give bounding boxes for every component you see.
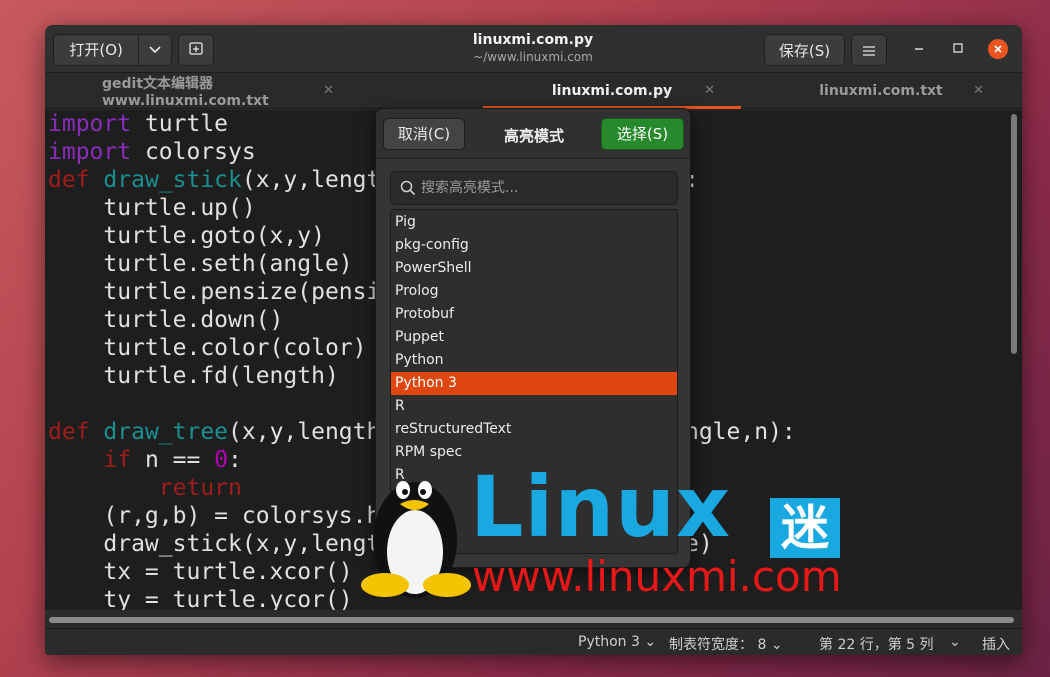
- vertical-scrollbar[interactable]: [1011, 114, 1017, 354]
- tab-gedit-txt[interactable]: gedit文本编辑器 www.linuxmi.com.txt ✕: [102, 73, 360, 109]
- tab-width-selector[interactable]: 制表符宽度： 8 ⌄: [669, 634, 783, 654]
- save-button[interactable]: 保存(S): [764, 34, 845, 66]
- window-title-block: linuxmi.com.py ~/www.linuxmi.com: [433, 32, 633, 64]
- list-item-selected[interactable]: Python 3: [391, 372, 677, 395]
- list-item[interactable]: pkg-config: [391, 234, 677, 257]
- open-button[interactable]: 打开(O): [53, 34, 172, 66]
- chevron-down-icon: ⌄: [770, 637, 783, 653]
- hamburger-menu-button[interactable]: [851, 34, 887, 66]
- list-item[interactable]: Protobuf: [391, 303, 677, 326]
- tab-width-label: 制表符宽度： 8: [669, 637, 767, 653]
- insert-mode: 插入: [982, 637, 1010, 653]
- language-label: Python 3: [578, 634, 640, 650]
- header-bar: 打开(O) linuxmi.com.py ~/www.linuxmi.com 保…: [45, 25, 1022, 73]
- maximize-icon[interactable]: [948, 39, 968, 59]
- tux-penguin-logo: [361, 481, 471, 598]
- tab-label: gedit文本编辑器 www.linuxmi.com.txt: [102, 76, 269, 109]
- watermark-url: www.linuxmi.com: [472, 552, 842, 601]
- search-icon: [400, 180, 416, 196]
- list-item[interactable]: Puppet: [391, 326, 677, 349]
- tab-close-icon[interactable]: ✕: [704, 83, 715, 98]
- status-bar: Python 3 ⌄ 制表符宽度： 8 ⌄ 第 22 行，第 5 列 ⌄ 插入: [45, 628, 1022, 655]
- chevron-down-icon[interactable]: ⌄: [949, 634, 961, 650]
- horizontal-scrollbar[interactable]: [49, 617, 1014, 623]
- list-item[interactable]: reStructuredText: [391, 418, 677, 441]
- tab-linuxmi-txt[interactable]: linuxmi.com.txt ✕: [752, 73, 1010, 109]
- close-icon[interactable]: [988, 39, 1008, 59]
- watermark-mi: 迷: [770, 498, 840, 558]
- search-field[interactable]: [390, 171, 678, 205]
- new-tab-icon: [189, 41, 203, 59]
- list-item[interactable]: Pig: [391, 211, 677, 234]
- popover-header: 取消(C) 高亮模式 选择(S): [376, 109, 690, 159]
- tab-bar: gedit文本编辑器 www.linuxmi.com.txt ✕ linuxmi…: [45, 73, 1022, 109]
- cursor-position[interactable]: 第 22 行，第 5 列: [819, 634, 934, 654]
- watermark-brand: Linux: [470, 458, 732, 556]
- list-item[interactable]: PowerShell: [391, 257, 677, 280]
- list-item[interactable]: Python: [391, 349, 677, 372]
- search-input[interactable]: [421, 172, 671, 204]
- window-subtitle: ~/www.linuxmi.com: [473, 50, 593, 64]
- open-button-label[interactable]: 打开(O): [54, 35, 140, 65]
- popover-title: 高亮模式: [503, 127, 564, 145]
- list-item[interactable]: R: [391, 395, 677, 418]
- language-selector[interactable]: Python 3 ⌄: [578, 634, 656, 650]
- tab-label: linuxmi.com.py: [551, 83, 673, 99]
- cancel-button[interactable]: 取消(C): [383, 118, 465, 150]
- chevron-down-icon[interactable]: [139, 43, 171, 57]
- new-tab-button[interactable]: [178, 34, 214, 66]
- list-item[interactable]: Prolog: [391, 280, 677, 303]
- tab-label: linuxmi.com.txt: [819, 83, 943, 99]
- select-button[interactable]: 选择(S): [601, 118, 684, 150]
- tab-close-icon[interactable]: ✕: [973, 83, 984, 98]
- chevron-down-icon: ⌄: [644, 634, 657, 650]
- minimize-icon[interactable]: [909, 39, 929, 59]
- hamburger-icon: [863, 41, 875, 60]
- tab-close-icon[interactable]: ✕: [323, 83, 334, 98]
- window-title: linuxmi.com.py: [472, 32, 594, 48]
- tab-linuxmi-py[interactable]: linuxmi.com.py ✕: [483, 73, 741, 109]
